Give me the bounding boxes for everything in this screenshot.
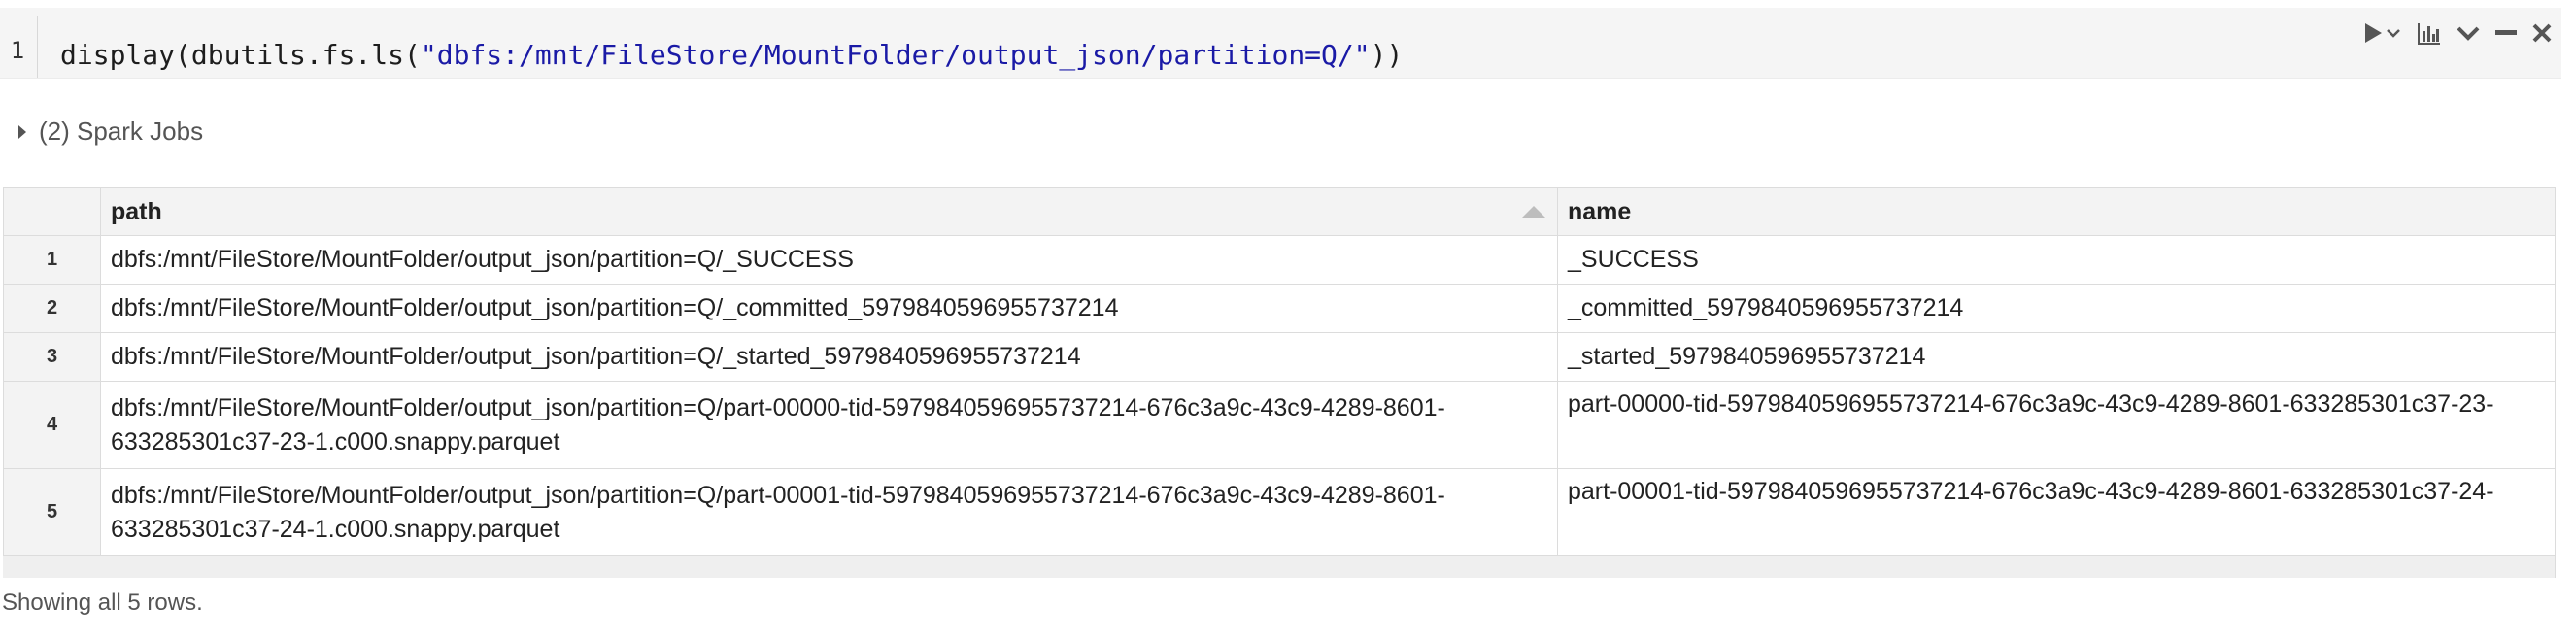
run-cell-button[interactable]: [2362, 21, 2400, 45]
name-cell: _started_5979840596955737214: [1557, 332, 2555, 382]
collapse-button[interactable]: [2457, 25, 2480, 41]
path-cell: dbfs:/mnt/FileStore/MountFolder/output_j…: [100, 284, 1558, 333]
results-table: path name 1 dbfs:/mnt/FileStore/MountFol…: [3, 187, 2555, 556]
minimize-icon: [2495, 30, 2517, 35]
path-cell: dbfs:/mnt/FileStore/MountFolder/output_j…: [100, 235, 1558, 285]
sort-ascending-icon[interactable]: [1520, 204, 1547, 219]
table-row: 4 dbfs:/mnt/FileStore/MountFolder/output…: [3, 381, 2555, 469]
gutter-divider: [37, 16, 38, 78]
caret-right-icon: [18, 124, 26, 139]
column-header-label: name: [1568, 197, 1632, 225]
table-row: 3 dbfs:/mnt/FileStore/MountFolder/output…: [3, 332, 2555, 382]
code-cell[interactable]: 1 display(dbutils.fs.ls("dbfs:/mnt/FileS…: [0, 8, 2561, 79]
path-cell: dbfs:/mnt/FileStore/MountFolder/output_j…: [100, 332, 1558, 382]
delete-cell-button[interactable]: [2532, 23, 2552, 43]
column-header-label: path: [111, 197, 162, 225]
minimize-button[interactable]: [2495, 30, 2517, 36]
chart-icon: [2418, 23, 2440, 45]
row-index: 3: [3, 332, 101, 382]
close-icon: [2532, 23, 2552, 43]
name-cell: part-00000-tid-5979840596955737214-676c3…: [1557, 381, 2555, 469]
row-index: 2: [3, 284, 101, 333]
path-line: dbfs:/mnt/FileStore/MountFolder/output_j…: [111, 393, 1445, 421]
run-icon: [2365, 23, 2382, 43]
row-index: 4: [3, 381, 101, 469]
chart-button[interactable]: [2416, 21, 2441, 45]
column-header-path[interactable]: path: [100, 187, 1558, 236]
cell-toolbar: [2362, 21, 2552, 45]
path-cell: dbfs:/mnt/FileStore/MountFolder/output_j…: [100, 381, 1558, 469]
name-text: part-00000-tid-5979840596955737214-676c3…: [1568, 390, 2494, 418]
spark-jobs-toggle[interactable]: (2) Spark Jobs: [17, 117, 203, 147]
collapse-icon: [2457, 26, 2480, 41]
code-prefix: display(dbutils.fs.ls(: [60, 39, 421, 71]
spark-jobs-label: (2) Spark Jobs: [39, 117, 204, 146]
row-index: 1: [3, 235, 101, 285]
name-cell: _SUCCESS: [1557, 235, 2555, 285]
path-line: 633285301c37-23-1.c000.snappy.parquet: [111, 427, 560, 455]
column-header-name[interactable]: name: [1557, 187, 2555, 236]
name-cell: _committed_5979840596955737214: [1557, 284, 2555, 333]
name-text: part-00001-tid-5979840596955737214-676c3…: [1568, 478, 2494, 505]
path-cell: dbfs:/mnt/FileStore/MountFolder/output_j…: [100, 468, 1558, 556]
code-suffix: )): [1370, 39, 1404, 71]
path-line: dbfs:/mnt/FileStore/MountFolder/output_j…: [111, 481, 1445, 509]
name-cell: part-00001-tid-5979840596955737214-676c3…: [1557, 468, 2555, 556]
table-row: 2 dbfs:/mnt/FileStore/MountFolder/output…: [3, 284, 2555, 333]
run-dropdown-icon: [2387, 29, 2400, 38]
row-index: 5: [3, 468, 101, 556]
code-string-literal: "dbfs:/mnt/FileStore/MountFolder/output_…: [420, 39, 1371, 71]
results-table-container[interactable]: path name 1 dbfs:/mnt/FileStore/MountFol…: [3, 187, 2556, 578]
row-count-footer: Showing all 5 rows.: [2, 589, 203, 616]
table-row: 1 dbfs:/mnt/FileStore/MountFolder/output…: [3, 235, 2555, 285]
index-header: [3, 187, 101, 236]
line-number: 1: [10, 37, 25, 64]
table-header-row: path name: [3, 187, 2555, 236]
path-line: 633285301c37-24-1.c000.snappy.parquet: [111, 515, 560, 543]
code-editor[interactable]: display(dbutils.fs.ls("dbfs:/mnt/FileSto…: [60, 39, 1403, 71]
table-row: 5 dbfs:/mnt/FileStore/MountFolder/output…: [3, 468, 2555, 556]
